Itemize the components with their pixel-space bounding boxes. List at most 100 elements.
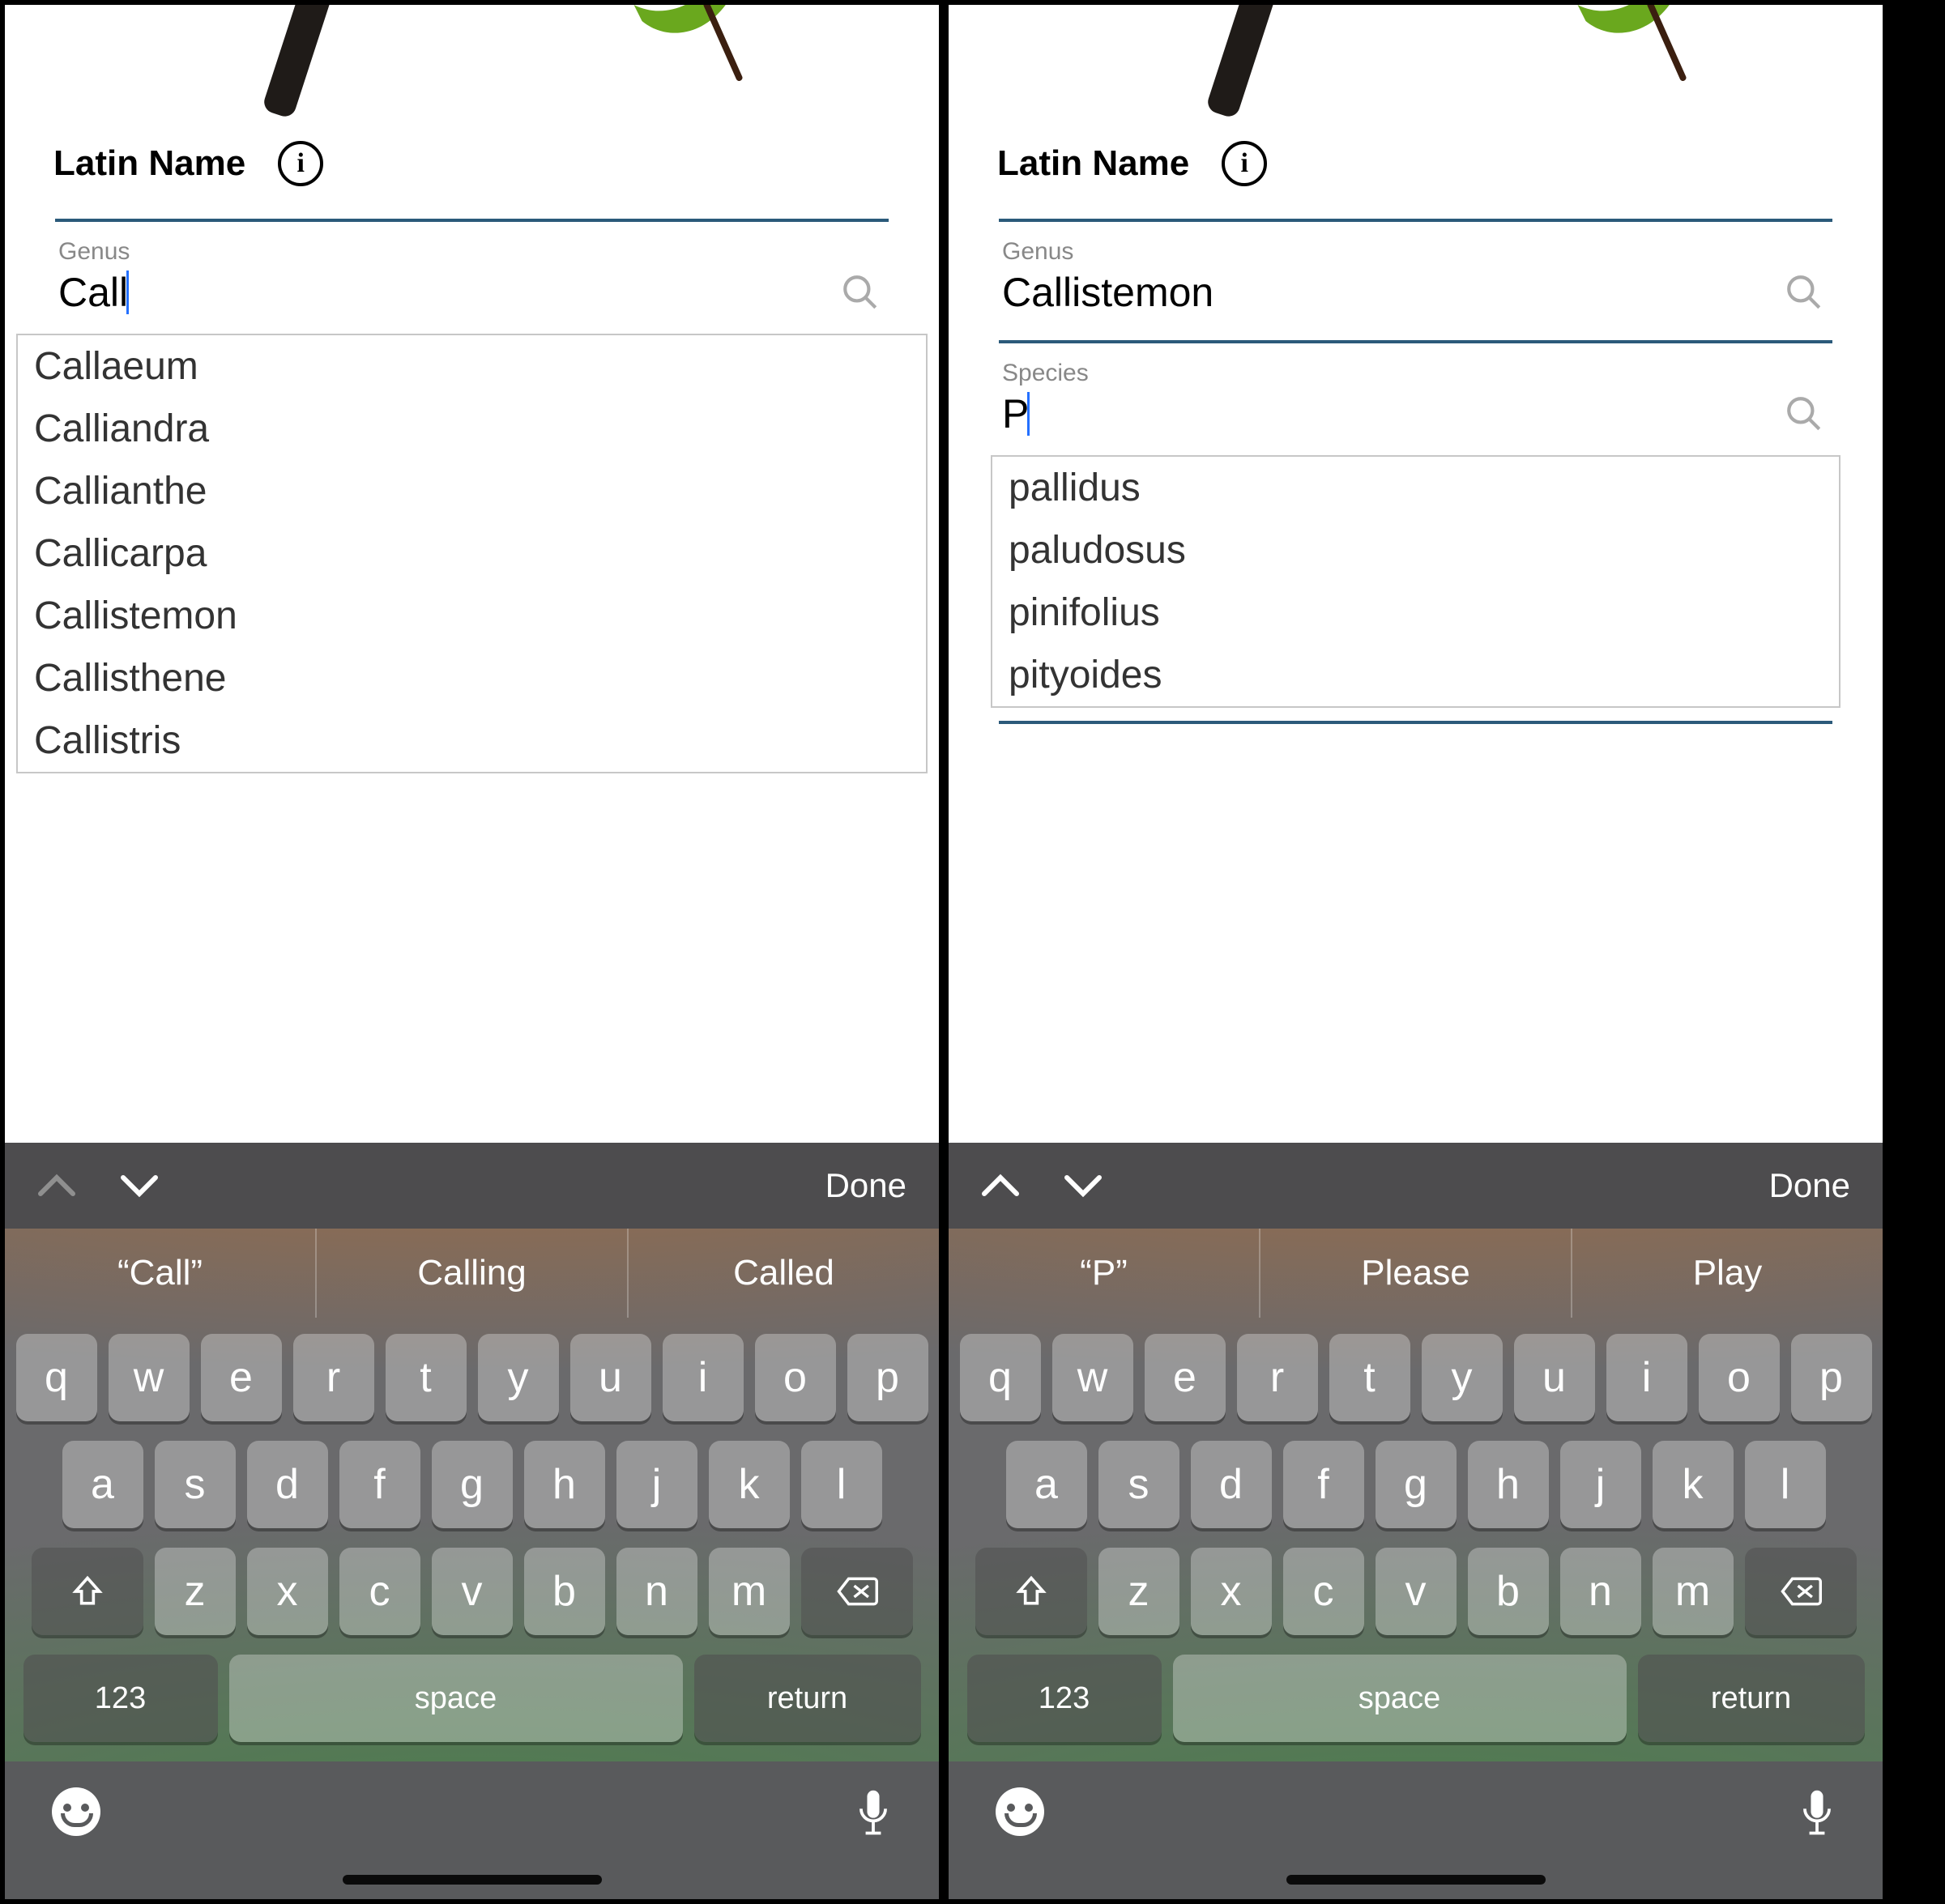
key-s[interactable]: s [1098,1441,1179,1528]
backspace-key[interactable] [1745,1548,1857,1635]
species-field[interactable]: Species P [999,340,1832,455]
key-f[interactable]: f [339,1441,420,1528]
key-c[interactable]: c [1283,1548,1364,1635]
genus-input[interactable]: Call [58,269,128,316]
key-g[interactable]: g [432,1441,513,1528]
chevron-down-icon[interactable] [120,1172,159,1199]
key-j[interactable]: j [616,1441,697,1528]
home-indicator[interactable] [343,1875,602,1885]
dropdown-item[interactable]: Callisthene [18,647,926,709]
key-w[interactable]: w [109,1334,190,1421]
chevron-up-icon[interactable] [37,1172,76,1199]
key-r[interactable]: r [1237,1334,1318,1421]
key-o[interactable]: o [755,1334,836,1421]
prediction[interactable]: Calling [317,1229,629,1318]
key-h[interactable]: h [1468,1441,1549,1528]
species-input[interactable]: P [1002,390,1029,437]
dropdown-item[interactable]: Callistris [18,709,926,772]
dropdown-item[interactable]: pallidus [992,457,1839,519]
key-t[interactable]: t [386,1334,467,1421]
key-e[interactable]: e [201,1334,282,1421]
chevron-down-icon[interactable] [1064,1172,1103,1199]
return-key[interactable]: return [1638,1655,1865,1742]
key-m[interactable]: m [1653,1548,1734,1635]
key-u[interactable]: u [1514,1334,1595,1421]
key-y[interactable]: y [478,1334,559,1421]
space-key[interactable]: space [1173,1655,1627,1742]
search-icon[interactable] [840,272,881,313]
done-button[interactable]: Done [1769,1166,1850,1205]
prediction[interactable]: Please [1260,1229,1572,1318]
key-q[interactable]: q [960,1334,1041,1421]
info-icon[interactable]: i [278,141,323,186]
dropdown-item[interactable]: Callistemon [18,585,926,647]
key-f[interactable]: f [1283,1441,1364,1528]
prediction[interactable]: “Call” [5,1229,317,1318]
key-d[interactable]: d [1191,1441,1272,1528]
key-v[interactable]: v [432,1548,513,1635]
key-j[interactable]: j [1560,1441,1641,1528]
search-icon[interactable] [1784,272,1824,313]
key-x[interactable]: x [247,1548,328,1635]
prediction[interactable]: Called [629,1229,939,1318]
key-q[interactable]: q [16,1334,97,1421]
key-v[interactable]: v [1376,1548,1457,1635]
search-icon[interactable] [1784,394,1824,434]
key-x[interactable]: x [1191,1548,1272,1635]
key-l[interactable]: l [1745,1441,1826,1528]
chevron-up-icon[interactable] [981,1172,1020,1199]
key-t[interactable]: t [1329,1334,1410,1421]
space-key[interactable]: space [229,1655,683,1742]
key-p[interactable]: p [847,1334,928,1421]
key-r[interactable]: r [293,1334,374,1421]
key-k[interactable]: k [709,1441,790,1528]
key-z[interactable]: z [1098,1548,1179,1635]
key-i[interactable]: i [1606,1334,1687,1421]
key-s[interactable]: s [155,1441,236,1528]
key-c[interactable]: c [339,1548,420,1635]
key-a[interactable]: a [62,1441,143,1528]
dropdown-item[interactable]: Callicarpa [18,522,926,585]
key-k[interactable]: k [1653,1441,1734,1528]
shift-key[interactable] [32,1548,143,1635]
shift-key[interactable] [975,1548,1087,1635]
dropdown-item[interactable]: Callaeum [18,335,926,398]
key-m[interactable]: m [709,1548,790,1635]
backspace-key[interactable] [801,1548,913,1635]
key-l[interactable]: l [801,1441,882,1528]
dropdown-item[interactable]: pityoides [992,644,1839,706]
key-o[interactable]: o [1699,1334,1780,1421]
numeric-key[interactable]: 123 [23,1655,218,1742]
key-g[interactable]: g [1376,1441,1457,1528]
numeric-key[interactable]: 123 [967,1655,1162,1742]
genus-field[interactable]: Genus Callistemon [999,219,1832,334]
home-indicator[interactable] [1286,1875,1546,1885]
key-n[interactable]: n [616,1548,697,1635]
genus-field[interactable]: Genus Call [55,219,889,334]
prediction[interactable]: “P” [949,1229,1260,1318]
dropdown-item[interactable]: Calliandra [18,398,926,460]
key-a[interactable]: a [1006,1441,1087,1528]
info-icon[interactable]: i [1222,141,1267,186]
key-z[interactable]: z [155,1548,236,1635]
key-p[interactable]: p [1791,1334,1872,1421]
done-button[interactable]: Done [825,1166,906,1205]
prediction[interactable]: Play [1572,1229,1883,1318]
key-b[interactable]: b [524,1548,605,1635]
key-e[interactable]: e [1145,1334,1226,1421]
mic-icon[interactable] [855,1787,892,1839]
key-w[interactable]: w [1052,1334,1133,1421]
emoji-icon[interactable] [996,1787,1044,1836]
genus-input[interactable]: Callistemon [1002,269,1701,316]
mic-icon[interactable] [1798,1787,1836,1839]
emoji-icon[interactable] [52,1787,100,1836]
key-u[interactable]: u [570,1334,651,1421]
key-y[interactable]: y [1422,1334,1503,1421]
key-i[interactable]: i [663,1334,744,1421]
key-h[interactable]: h [524,1441,605,1528]
dropdown-item[interactable]: pinifolius [992,581,1839,644]
dropdown-item[interactable]: Callianthe [18,460,926,522]
return-key[interactable]: return [694,1655,921,1742]
key-d[interactable]: d [247,1441,328,1528]
key-b[interactable]: b [1468,1548,1549,1635]
